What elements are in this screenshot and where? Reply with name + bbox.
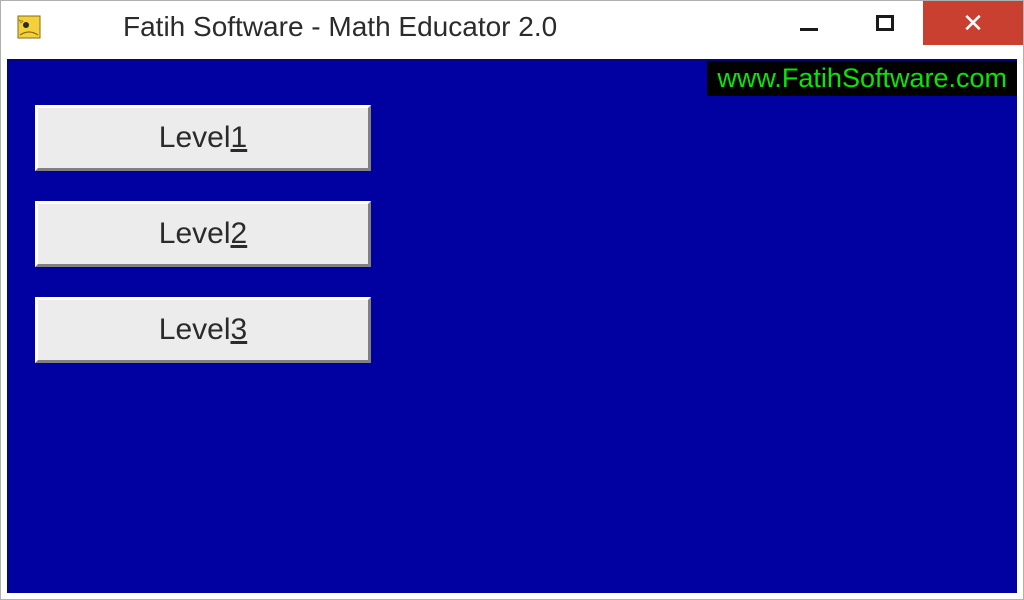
level-1-mnemonic: 1	[231, 121, 248, 155]
level-2-mnemonic: 2	[231, 217, 248, 251]
level-2-label-prefix: Level	[159, 217, 231, 251]
minimize-icon	[800, 28, 818, 31]
level-button-group: Level 1 Level 2 Level 3	[9, 61, 1017, 363]
close-icon: ✕	[962, 10, 984, 36]
client-area: www.FatihSoftware.com Level 1 Level 2 Le…	[7, 59, 1017, 593]
website-url-banner: www.FatihSoftware.com	[707, 61, 1017, 96]
close-button[interactable]: ✕	[923, 1, 1023, 45]
maximize-button[interactable]	[847, 1, 923, 45]
level-3-button[interactable]: Level 3	[35, 297, 371, 363]
window-title: Fatih Software - Math Educator 2.0	[123, 11, 557, 43]
app-icon	[15, 13, 43, 41]
level-1-label-prefix: Level	[159, 121, 231, 155]
app-window: Fatih Software - Math Educator 2.0 ✕ www…	[0, 0, 1024, 600]
level-3-mnemonic: 3	[231, 313, 248, 347]
titlebar: Fatih Software - Math Educator 2.0 ✕	[1, 1, 1023, 53]
minimize-button[interactable]	[771, 1, 847, 45]
window-controls: ✕	[771, 1, 1023, 45]
maximize-icon	[876, 15, 894, 31]
level-2-button[interactable]: Level 2	[35, 201, 371, 267]
level-3-label-prefix: Level	[159, 313, 231, 347]
level-1-button[interactable]: Level 1	[35, 105, 371, 171]
